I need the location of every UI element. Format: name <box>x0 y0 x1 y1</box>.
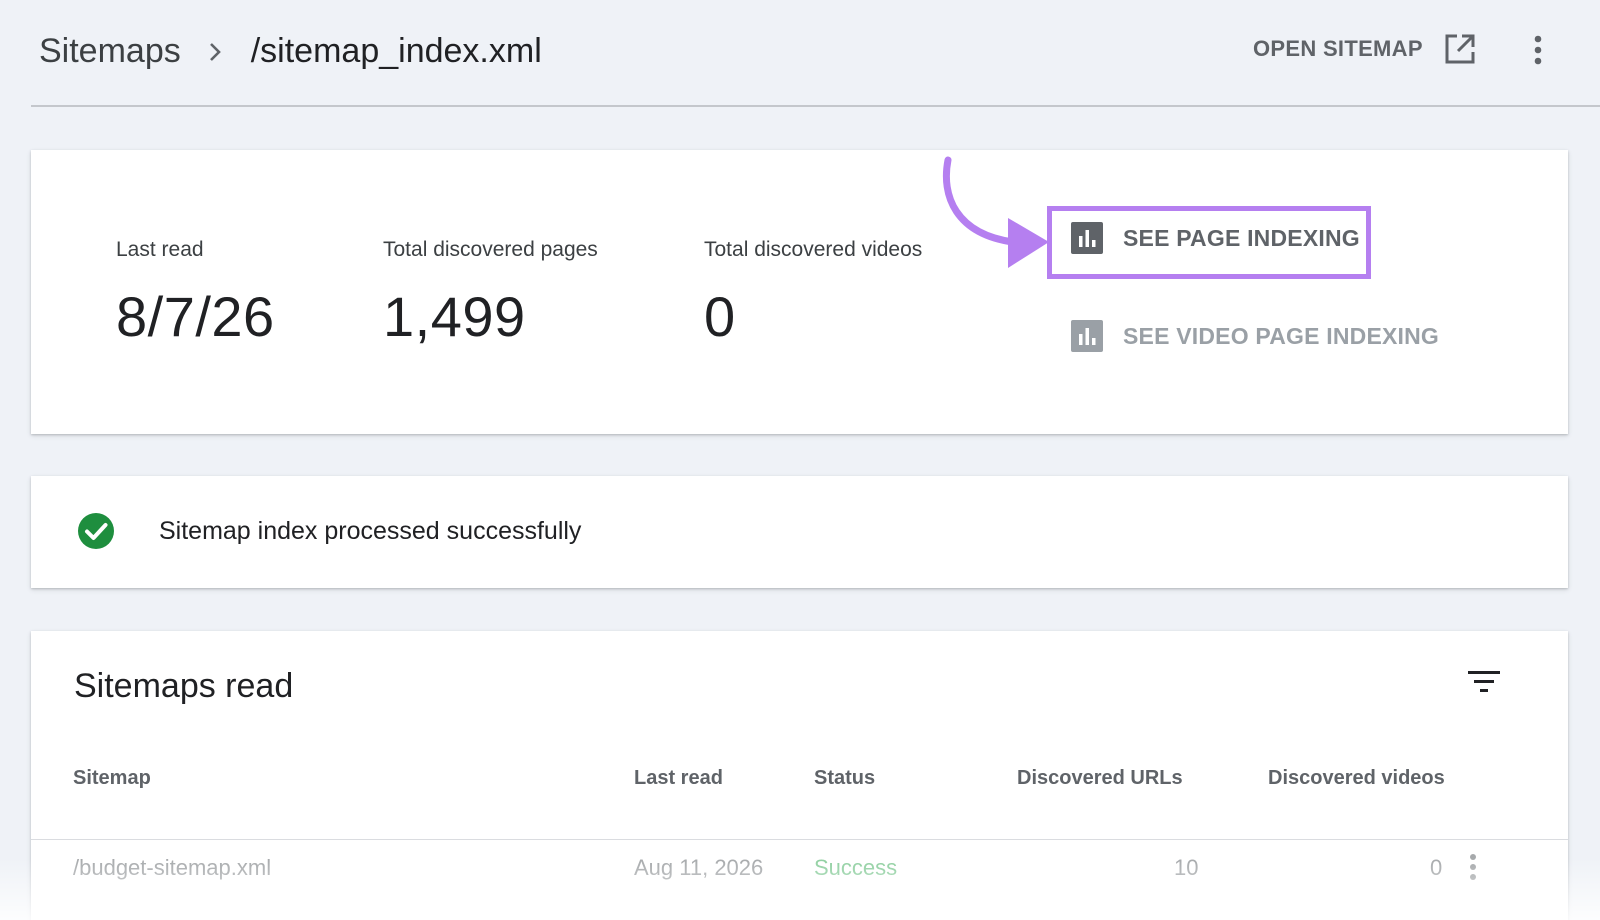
bar-chart-icon <box>1071 320 1103 352</box>
stat-total-videos-value: 0 <box>704 285 736 348</box>
see-page-indexing-label: SEE PAGE INDEXING <box>1123 224 1360 251</box>
row-more-button[interactable] <box>1463 849 1483 885</box>
cell-discovered-urls: 10 <box>1174 855 1199 880</box>
cell-last-read: Aug 11, 2026 <box>634 855 764 880</box>
header-divider <box>31 105 1600 107</box>
more-vert-icon <box>1470 854 1476 880</box>
more-options-button[interactable] <box>1526 32 1550 68</box>
table-row[interactable]: /budget-sitemap.xml Aug 11, 2026 Success… <box>31 854 1568 905</box>
bar-chart-icon <box>1071 222 1103 254</box>
breadcrumb-root[interactable]: Sitemaps <box>39 32 181 71</box>
cell-status: Success <box>814 855 898 880</box>
open-sitemap-label: OPEN SITEMAP <box>1253 36 1423 61</box>
sitemap-summary-card: Last read 8/7/26 Total discovered pages … <box>31 150 1568 434</box>
see-video-page-indexing-button[interactable]: SEE VIDEO PAGE INDEXING <box>1071 320 1439 352</box>
status-message: Sitemap index processed successfully <box>159 516 582 545</box>
stat-last-read: Last read 8/7/26 <box>116 238 275 349</box>
stat-total-videos-label: Total discovered videos <box>704 238 923 261</box>
status-row: Sitemap index processed successfully <box>77 512 581 550</box>
filter-icon <box>1468 671 1500 692</box>
column-sitemap[interactable]: Sitemap <box>73 767 151 790</box>
stat-total-pages-value: 1,499 <box>383 285 526 348</box>
table-header-divider <box>31 839 1568 840</box>
column-last-read[interactable]: Last read <box>634 767 723 790</box>
column-discovered-videos[interactable]: Discovered videos <box>1268 767 1445 790</box>
open-in-new-icon <box>1443 32 1477 66</box>
breadcrumb-current: /sitemap_index.xml <box>250 32 542 70</box>
breadcrumb: Sitemaps /sitemap_index.xml <box>39 32 542 71</box>
page-header: Sitemaps /sitemap_index.xml OPEN SITEMAP <box>0 0 1600 107</box>
sitemaps-read-card: Sitemaps read Sitemap Last read Status D… <box>31 631 1568 920</box>
stat-total-pages: Total discovered pages 1,499 <box>383 238 598 349</box>
column-discovered-urls[interactable]: Discovered URLs <box>1017 767 1183 790</box>
see-video-page-indexing-label: SEE VIDEO PAGE INDEXING <box>1123 322 1440 349</box>
open-sitemap-button[interactable]: OPEN SITEMAP <box>1253 32 1477 66</box>
cell-discovered-videos: 0 <box>1430 855 1443 880</box>
column-status[interactable]: Status <box>814 767 875 790</box>
stat-total-pages-label: Total discovered pages <box>383 238 598 261</box>
status-card: Sitemap index processed successfully <box>31 476 1568 588</box>
stat-total-videos: Total discovered videos 0 <box>704 238 922 349</box>
stat-last-read-value: 8/7/26 <box>116 285 275 348</box>
check-circle-icon <box>77 512 115 550</box>
stat-last-read-label: Last read <box>116 238 204 261</box>
table-header: Sitemap Last read Status Discovered URLs… <box>31 767 1568 819</box>
more-vert-icon <box>1534 35 1542 65</box>
filter-button[interactable] <box>1466 663 1502 699</box>
cell-sitemap[interactable]: /budget-sitemap.xml <box>73 855 271 881</box>
chevron-right-icon <box>207 40 223 64</box>
see-page-indexing-button[interactable]: SEE PAGE INDEXING <box>1071 222 1360 254</box>
table-title: Sitemaps read <box>74 667 294 705</box>
